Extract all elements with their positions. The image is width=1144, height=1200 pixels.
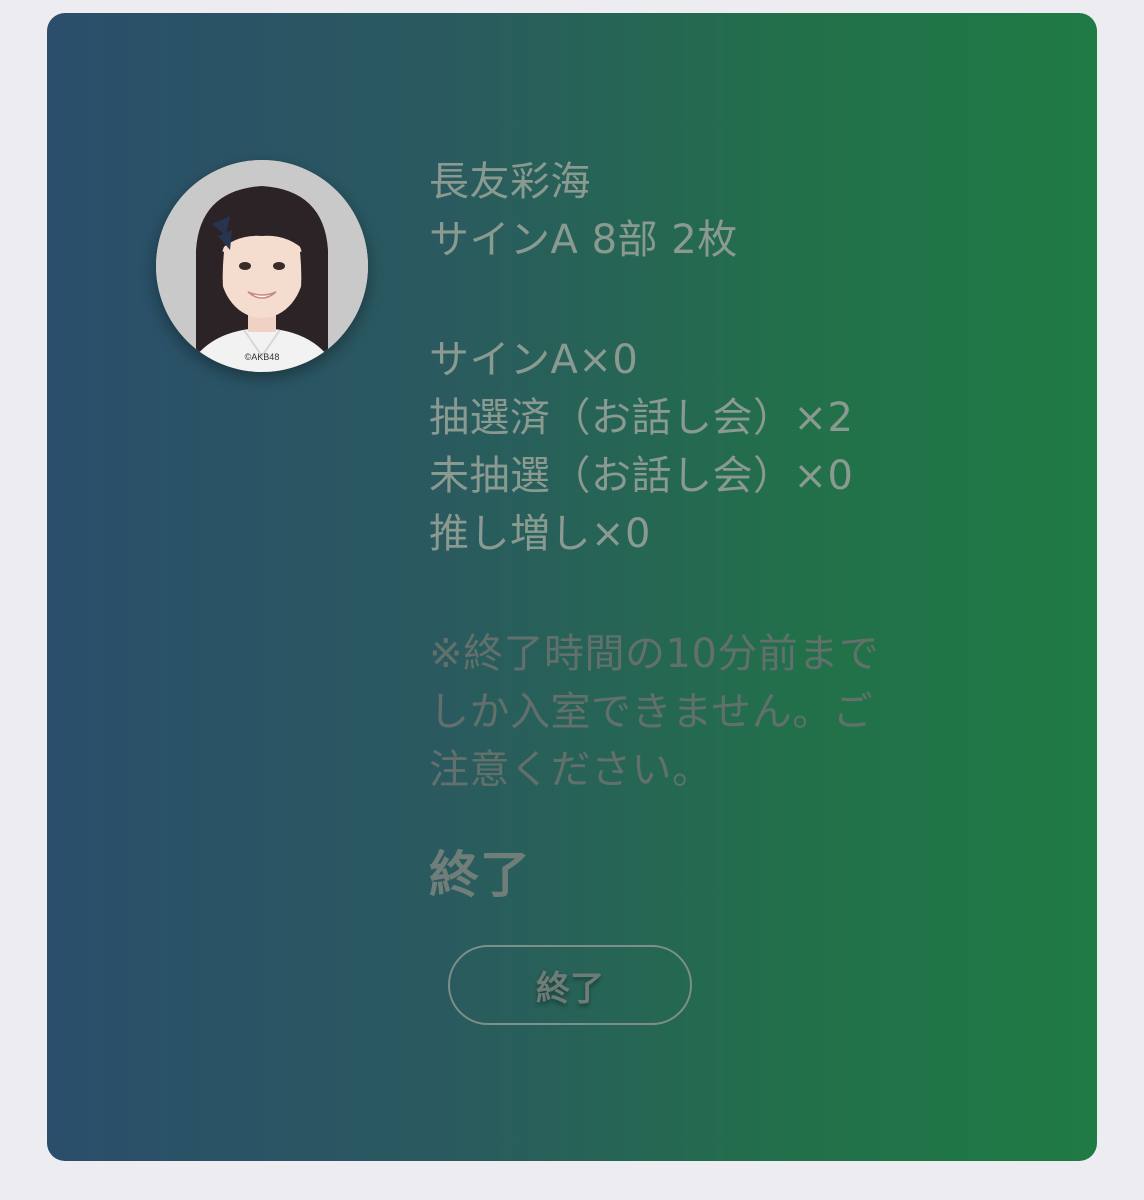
ticket-count-oshimashi: 推し増し×0	[429, 511, 651, 557]
notice-line: ※終了時間の10分前まで	[429, 631, 880, 677]
member-avatar: ©AKB48	[156, 160, 368, 372]
notice-line: しか入室できません。ご	[429, 689, 874, 735]
notice-line: 注意ください。	[429, 747, 713, 793]
ticket-count-undrawn: 未抽選（お話し会）×0	[429, 453, 854, 499]
ticket-count-sign-a: サインA×0	[429, 337, 639, 383]
photo-credit: ©AKB48	[244, 352, 280, 362]
ticket-count-drawn: 抽選済（お話し会）×2	[429, 395, 854, 441]
event-card: ©AKB48 長友彩海 サインA 8部 2枚 サインA×0 抽選済（お話し会）×…	[47, 13, 1097, 1161]
session-label: サインA 8部 2枚	[429, 217, 738, 263]
member-name: 長友彩海	[429, 159, 591, 205]
end-button[interactable]: 終了	[448, 945, 692, 1025]
page: ©AKB48 長友彩海 サインA 8部 2枚 サインA×0 抽選済（お話し会）×…	[0, 0, 1144, 1200]
entry-notice: ※終了時間の10分前まで しか入室できません。ご 注意ください。	[429, 625, 989, 799]
status-label: 終了	[429, 846, 531, 904]
member-photo-icon	[156, 160, 368, 372]
ticket-info: 長友彩海 サインA 8部 2枚 サインA×0 抽選済（お話し会）×2 未抽選（お…	[429, 153, 989, 799]
